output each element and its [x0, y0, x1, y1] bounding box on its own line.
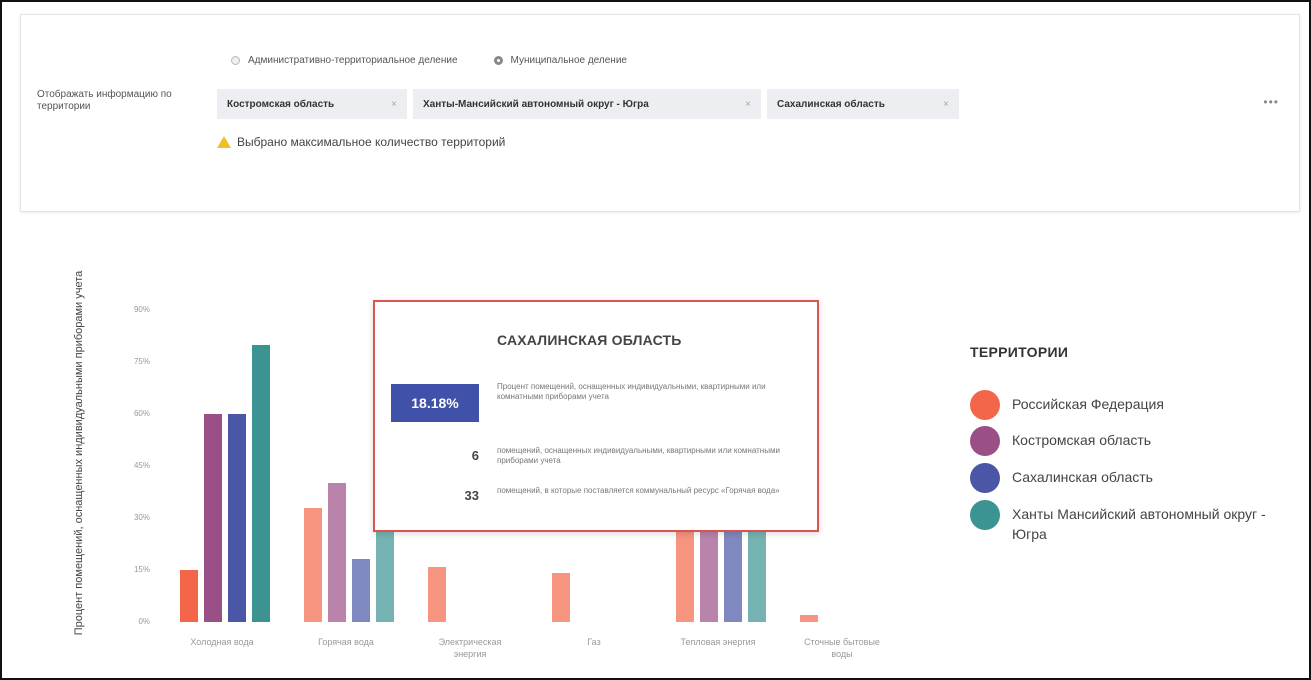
chart-bar[interactable] [328, 483, 346, 622]
chart-bar[interactable] [724, 518, 742, 622]
tooltip-title: САХАЛИНСКАЯ ОБЛАСТЬ [497, 332, 682, 348]
x-category-label: Газ [587, 637, 601, 647]
remove-tag-icon[interactable]: × [745, 99, 751, 110]
radio-label: Административно-территориальное деление [248, 55, 458, 66]
radio-municipal-division[interactable]: Муниципальное деление [493, 55, 627, 66]
territory-tag[interactable]: Ханты-Мансийский автономный округ - Югра… [413, 89, 761, 119]
legend-label: Ханты Мансийский автономный округ - Югра [1012, 506, 1266, 542]
division-type-radio-group: Административно-территориальное деление … [231, 55, 627, 66]
legend-item-kostroma[interactable]: Костромская область [970, 426, 1302, 456]
y-axis-label: Процент помещений, оснащенных индивидуал… [73, 270, 85, 636]
tooltip-percent-badge: 18.18% [391, 384, 479, 422]
x-category-label: Холодная вода [190, 637, 254, 647]
tooltip-supplied-count: 33 [464, 488, 479, 503]
remove-tag-icon[interactable]: × [943, 99, 949, 110]
territory-filter-panel: Административно-территориальное деление … [20, 14, 1300, 212]
legend-swatch [970, 500, 1000, 530]
territory-tag[interactable]: Костромская область × [217, 89, 407, 119]
remove-tag-icon[interactable]: × [391, 99, 397, 110]
x-category-label: Электрическая энергия [438, 637, 502, 659]
legend-swatch [970, 390, 1000, 420]
y-tick-label: 15% [133, 565, 150, 574]
y-tick-label: 75% [133, 357, 150, 366]
warning-icon [217, 136, 231, 148]
legend-title: ТЕРРИТОРИИ [970, 344, 1069, 360]
chart-bar[interactable] [252, 344, 270, 622]
territory-tag-label: Ханты-Мансийский автономный округ - Югра [423, 98, 649, 110]
radio-label: Муниципальное деление [510, 55, 627, 66]
territory-tag-label: Костромская область [227, 98, 335, 110]
legend-swatch [970, 426, 1000, 456]
radio-administrative-division[interactable]: Административно-территориальное деление [231, 55, 458, 66]
tooltip-equipped-count: 6 [471, 448, 479, 463]
chart-bar[interactable] [304, 507, 322, 622]
chart-bar[interactable] [180, 570, 198, 622]
max-territories-warning: Выбрано максимальное количество территор… [217, 135, 505, 149]
tooltip-supplied-description: помещений, в которые поставляется коммун… [497, 486, 780, 495]
territory-tag-label: Сахалинская область [777, 98, 885, 110]
chart-tooltip: САХАЛИНСКАЯ ОБЛАСТЬ 18.18% Процент помещ… [373, 300, 819, 532]
legend-item-khanty-mansi[interactable]: Ханты Мансийский автономный округ - Югра [970, 500, 1302, 544]
radio-checked-icon [493, 56, 503, 65]
y-tick-label: 60% [133, 409, 150, 418]
legend-swatch [970, 463, 1000, 493]
legend-item-sakhalin[interactable]: Сахалинская область [970, 463, 1302, 493]
y-tick-label: 30% [133, 513, 150, 522]
tooltip-equipped-description: помещений, оснащенных индивидуальными, к… [497, 446, 780, 465]
x-category-label: Горячая вода [318, 637, 374, 647]
chart-bar[interactable] [204, 414, 222, 622]
selected-territories: Костромская область × Ханты-Мансийский а… [217, 89, 959, 119]
x-category-label: Сточные бытовые воды [804, 637, 880, 659]
chart-bar[interactable] [428, 566, 446, 622]
chart-bar[interactable] [352, 558, 370, 622]
legend-label: Российская Федерация [1012, 396, 1164, 412]
chart-bar[interactable] [800, 615, 818, 622]
warning-text: Выбрано максимальное количество территор… [237, 135, 506, 149]
chart-bar[interactable] [552, 573, 570, 622]
y-tick-label: 0% [138, 617, 150, 626]
tooltip-percent-description: Процент помещений, оснащенных индивидуал… [497, 382, 766, 401]
legend-item-russian-federation[interactable]: Российская Федерация [970, 390, 1302, 420]
y-tick-label: 45% [133, 461, 150, 470]
chart-bar[interactable] [228, 414, 246, 622]
territory-tag[interactable]: Сахалинская область × [767, 89, 959, 119]
legend-label: Костромская область [1012, 432, 1152, 448]
territory-filter-label: Отображать информацию по территории [37, 89, 172, 112]
more-options-icon[interactable]: ••• [1263, 95, 1279, 109]
x-category-label: Тепловая энергия [680, 637, 756, 647]
legend-label: Сахалинская область [1012, 469, 1153, 485]
y-tick-label: 90% [133, 305, 150, 314]
radio-unchecked-icon [231, 56, 240, 65]
